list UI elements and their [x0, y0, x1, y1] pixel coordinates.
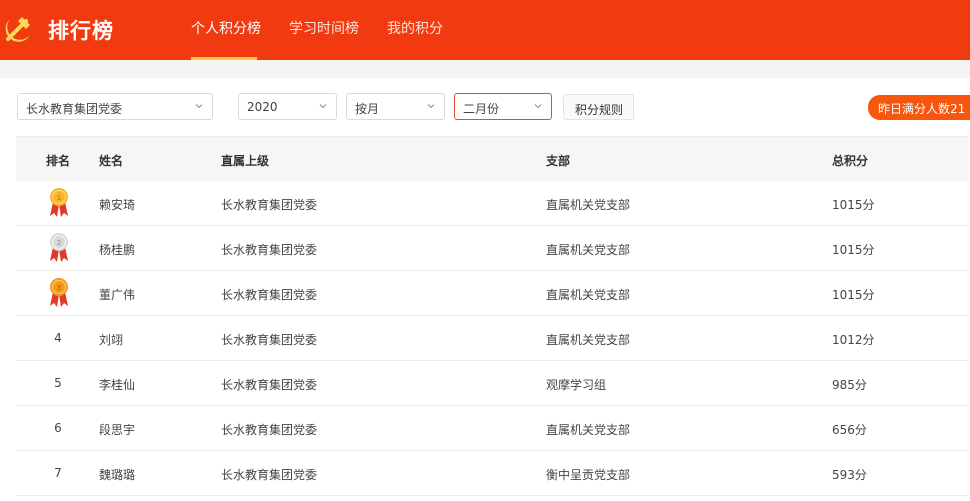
rank-cell: 7 [54, 466, 62, 480]
month-select[interactable]: 二月份 [454, 93, 552, 120]
chevron-down-icon [195, 104, 203, 109]
superior-cell: 长水教育集团党委 [221, 288, 318, 302]
chevron-down-icon [427, 104, 435, 109]
table-row[interactable]: 4 刘翊 长水教育集团党委 直属机关党支部 1012分 [16, 316, 968, 361]
svg-text:1: 1 [57, 194, 61, 202]
full-score-count-badge: 昨日满分人数21 [868, 95, 970, 120]
superior-cell: 长水教育集团党委 [221, 468, 318, 482]
branch-cell: 直属机关党支部 [546, 288, 631, 302]
bronze-medal-icon: 3 [50, 278, 68, 307]
column-header-branch: 支部 [546, 154, 571, 168]
year-select-value: 2020 [247, 100, 278, 114]
column-header-rank: 排名 [46, 154, 71, 168]
name-cell: 李桂仙 [99, 378, 136, 392]
table-row[interactable]: 2 杨桂鹏 长水教育集团党委 直属机关党支部 1015分 [16, 226, 968, 271]
score-rules-button[interactable]: 积分规则 [563, 94, 634, 120]
score-cell: 656分 [832, 423, 867, 437]
superior-cell: 长水教育集团党委 [221, 243, 318, 257]
column-header-superior: 直属上级 [221, 154, 270, 168]
column-header-score: 总积分 [832, 154, 869, 168]
name-cell: 刘翊 [99, 333, 124, 347]
superior-cell: 长水教育集团党委 [221, 198, 318, 212]
score-cell: 985分 [832, 378, 867, 392]
year-select[interactable]: 2020 [238, 93, 337, 120]
svg-text:2: 2 [57, 239, 61, 247]
rank-cell: 5 [54, 376, 62, 390]
period-select[interactable]: 按月 [346, 93, 445, 120]
superior-cell: 长水教育集团党委 [221, 378, 318, 392]
party-emblem-icon [5, 17, 31, 42]
score-cell: 593分 [832, 468, 867, 482]
score-cell: 1012分 [832, 333, 875, 347]
superior-cell: 长水教育集团党委 [221, 423, 318, 437]
score-rules-label: 积分规则 [575, 103, 624, 117]
column-header-name: 姓名 [99, 154, 124, 168]
ranking-table: 排名 姓名 直属上级 支部 总积分 1 赖安琦 长水教育集团党委 直属机关党支部… [16, 136, 968, 501]
table-row[interactable]: 7 魏璐璐 长水教育集团党委 衡中呈贡党支部 593分 [16, 451, 968, 496]
score-cell: 1015分 [832, 288, 875, 302]
table-row[interactable]: 5 李桂仙 长水教育集团党委 观摩学习组 985分 [16, 361, 968, 406]
name-cell: 赖安琦 [99, 198, 136, 212]
chevron-down-icon [534, 104, 542, 109]
month-select-value: 二月份 [463, 102, 500, 116]
branch-cell: 直属机关党支部 [546, 243, 631, 257]
table-header: 排名 姓名 直属上级 支部 总积分 [16, 136, 968, 181]
period-select-value: 按月 [355, 102, 380, 116]
top-bar: 排行榜 个人积分榜 学习时间榜 我的积分 [0, 0, 970, 60]
svg-text:3: 3 [57, 284, 61, 292]
gold-medal-icon: 1 [50, 188, 68, 217]
branch-cell: 直属机关党支部 [546, 333, 631, 347]
name-cell: 魏璐璐 [99, 468, 136, 482]
branch-cell: 直属机关党支部 [546, 198, 631, 212]
branch-cell: 衡中呈贡党支部 [546, 468, 631, 482]
table-row[interactable]: 1 赖安琦 长水教育集团党委 直属机关党支部 1015分 [16, 181, 968, 226]
full-score-count-label: 昨日满分人数21 [878, 102, 966, 116]
org-select[interactable]: 长水教育集团党委 [17, 93, 213, 120]
tab-my-score[interactable]: 我的积分 [387, 18, 443, 38]
silver-medal-icon: 2 [50, 233, 68, 262]
superior-cell: 长水教育集团党委 [221, 333, 318, 347]
name-cell: 杨桂鹏 [99, 243, 136, 257]
chevron-down-icon [319, 104, 327, 109]
divider-strip [0, 60, 970, 78]
branch-cell: 观摩学习组 [546, 378, 607, 392]
branch-cell: 直属机关党支部 [546, 423, 631, 437]
table-row[interactable]: 3 董广伟 长水教育集团党委 直属机关党支部 1015分 [16, 271, 968, 316]
tab-study-time[interactable]: 学习时间榜 [289, 18, 359, 38]
tab-personal-score[interactable]: 个人积分榜 [191, 18, 261, 38]
table-row[interactable]: 6 段思宇 长水教育集团党委 直属机关党支部 656分 [16, 406, 968, 451]
rank-cell: 4 [54, 331, 62, 345]
score-cell: 1015分 [832, 243, 875, 257]
rank-cell: 6 [54, 421, 62, 435]
org-select-value: 长水教育集团党委 [26, 102, 123, 116]
name-cell: 段思宇 [99, 423, 136, 437]
score-cell: 1015分 [832, 198, 875, 212]
name-cell: 董广伟 [99, 288, 136, 302]
app-title: 排行榜 [48, 19, 114, 43]
